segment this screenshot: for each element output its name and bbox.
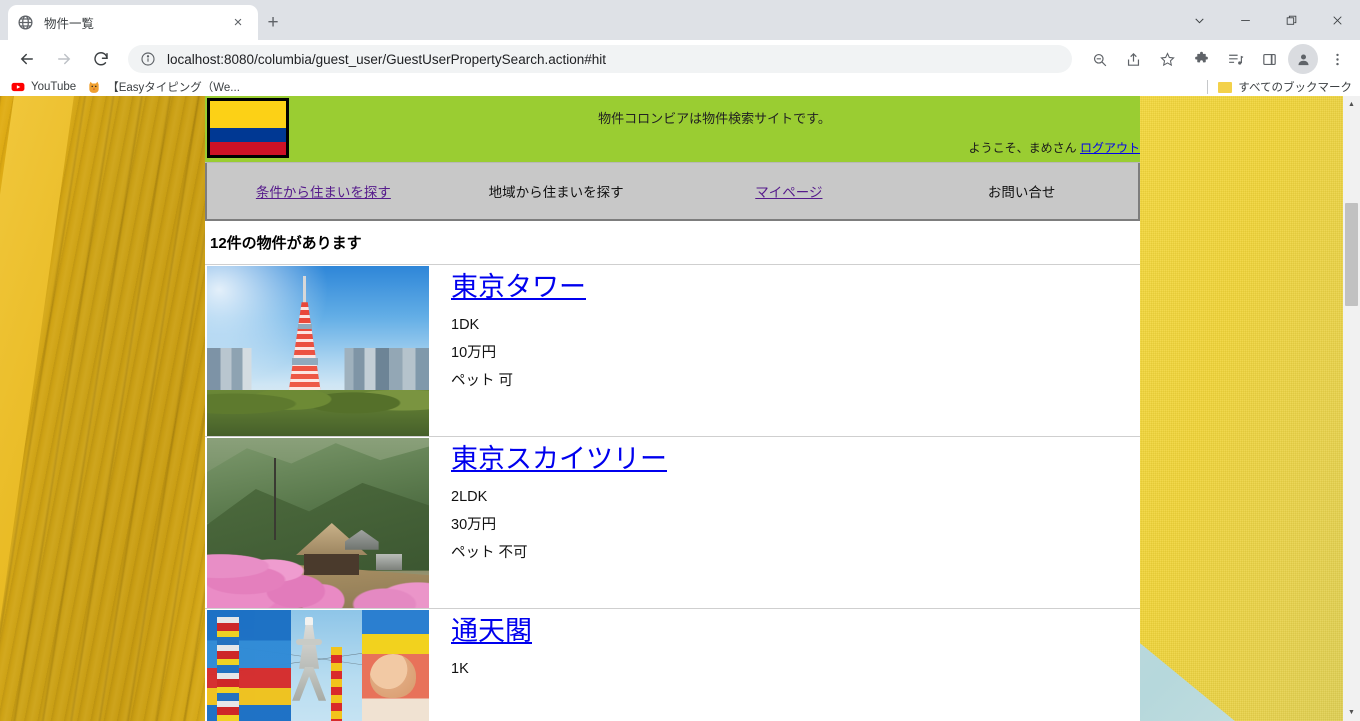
tab-title: 物件一覧 xyxy=(44,17,95,31)
property-image-tokyo-skytree[interactable] xyxy=(207,438,429,608)
bookmark-star-icon[interactable] xyxy=(1152,44,1182,74)
photo-banner-column xyxy=(331,647,343,721)
youtube-icon xyxy=(11,80,25,94)
back-icon[interactable] xyxy=(12,44,42,74)
listing-row[interactable]: 通天閣 1K xyxy=(205,609,1140,721)
chevron-down-icon[interactable] xyxy=(1176,0,1222,40)
photo-tower-antenna xyxy=(305,616,314,626)
listing-title-link[interactable]: 通天閣 xyxy=(451,615,532,649)
header-right: 物件コロンビアは物件検索サイトです。 ようこそ、まめさん ログアウト xyxy=(289,96,1140,162)
listing-title-link[interactable]: 東京スカイツリー xyxy=(451,443,667,477)
photo-billiken-statue xyxy=(369,654,416,699)
nav-item-contact[interactable]: お問い合せ xyxy=(905,181,1138,201)
address-bar[interactable]: localhost:8080/columbia/guest_user/Guest… xyxy=(128,45,1072,73)
result-count: 12件の物件があります xyxy=(205,221,1140,265)
scroll-down-arrow[interactable]: ▼ xyxy=(1343,704,1360,721)
photo-tower-upper-deck xyxy=(297,324,312,330)
extensions-puzzle-icon[interactable] xyxy=(1186,44,1216,74)
photo-tower-shaft xyxy=(299,624,320,669)
photo-trees xyxy=(207,390,429,436)
site-header: 物件コロンビアは物件検索サイトです。 ようこそ、まめさん ログアウト xyxy=(205,96,1140,163)
property-site: 物件コロンビアは物件検索サイトです。 ようこそ、まめさん ログアウト 条件から住… xyxy=(205,96,1140,721)
listing-row[interactable]: 東京タワー 1DK 10万円 ペット 可 xyxy=(205,265,1140,437)
bookmark-youtube[interactable]: YouTube xyxy=(11,80,76,94)
photo-tower-main-deck xyxy=(291,358,318,366)
nav-link-search-by-condition[interactable]: 条件から住まいを探す xyxy=(256,185,391,200)
page-scrollbar[interactable]: ▲ ▼ xyxy=(1343,96,1360,721)
listing-rent: 30万円 xyxy=(451,517,497,534)
browser-chrome: 物件一覧 × + localhost:8080/columbia/guest_u… xyxy=(0,0,1360,96)
scrollbar-thumb[interactable] xyxy=(1345,203,1358,306)
welcome-text: ようこそ、まめさん xyxy=(968,141,1077,155)
reading-list-icon[interactable] xyxy=(1220,44,1250,74)
listing-row[interactable]: 東京スカイツリー 2LDK 30万円 ペット 不可 xyxy=(205,437,1140,609)
cat-icon xyxy=(87,80,101,94)
flag-yellow-band xyxy=(210,101,286,128)
profile-avatar-icon[interactable] xyxy=(1288,44,1318,74)
photo-tsutenkaku-tower xyxy=(292,616,327,721)
bookmark-label: 【Easyタイピング（We... xyxy=(107,82,240,94)
listing-pet-policy: ペット 不可 xyxy=(451,545,528,562)
window-controls xyxy=(1176,0,1360,40)
share-icon[interactable] xyxy=(1118,44,1148,74)
wallpaper-left-panel xyxy=(0,96,215,721)
listing-rent: 10万円 xyxy=(451,345,497,362)
toolbar-icons xyxy=(1082,44,1360,74)
tab-strip: 物件一覧 × + xyxy=(0,0,1360,40)
flag-red-band xyxy=(210,141,286,155)
listing-info: 通天閣 1K xyxy=(429,609,1140,721)
property-image-tsutenkaku[interactable] xyxy=(207,610,429,721)
photo-tower-observation-ring xyxy=(296,638,323,645)
listing-layout: 2LDK xyxy=(451,488,488,505)
bookmark-easy-typing[interactable]: 【Easyタイピング（We... xyxy=(87,79,240,95)
all-bookmarks-group[interactable]: すべてのブックマーク xyxy=(1207,79,1352,95)
listing-pet-policy: ペット 可 xyxy=(451,373,514,390)
zoom-out-icon[interactable] xyxy=(1084,44,1114,74)
folder-icon xyxy=(1218,81,1233,93)
chrome-menu-icon[interactable] xyxy=(1322,44,1352,74)
logout-link[interactable]: ログアウト xyxy=(1080,141,1140,155)
all-bookmarks-label: すべてのブックマーク xyxy=(1238,82,1352,94)
welcome-bar: ようこそ、まめさん ログアウト xyxy=(969,139,1140,156)
flag-blue-band xyxy=(210,128,286,142)
property-image-tokyo-tower[interactable] xyxy=(207,266,429,436)
listing-info: 東京スカイツリー 2LDK 30万円 ペット 不可 xyxy=(429,437,1140,608)
reload-icon[interactable] xyxy=(86,44,116,74)
bookmark-label: YouTube xyxy=(31,81,77,93)
forward-icon[interactable] xyxy=(49,44,79,74)
nav-item-search-by-area[interactable]: 地域から住まいを探す xyxy=(440,181,673,201)
photo-left-signboards xyxy=(207,610,292,721)
browser-viewport: 物件コロンビアは物件検索サイトです。 ようこそ、まめさん ログアウト 条件から住… xyxy=(205,96,1140,721)
globe-icon xyxy=(17,14,34,31)
close-icon[interactable]: × xyxy=(227,12,249,34)
scroll-up-arrow[interactable]: ▲ xyxy=(1343,96,1360,113)
browser-tab[interactable]: 物件一覧 × xyxy=(8,5,258,40)
wallpaper-blue-accent xyxy=(1130,635,1247,721)
site-tagline: 物件コロンビアは物件検索サイトです。 xyxy=(598,111,831,126)
photo-tower-spire xyxy=(303,276,307,305)
listing-info: 東京タワー 1DK 10万円 ペット 可 xyxy=(429,265,1140,436)
restore-icon[interactable] xyxy=(1268,0,1314,40)
nav-link-mypage[interactable]: マイページ xyxy=(755,185,822,200)
new-tab-button[interactable]: + xyxy=(258,8,288,38)
colombia-flag-logo[interactable] xyxy=(207,98,289,158)
wallpaper-right-panel xyxy=(1130,96,1360,721)
bookmark-separator xyxy=(1207,80,1209,94)
info-icon[interactable] xyxy=(140,51,157,68)
listing-layout: 1K xyxy=(451,660,469,677)
browser-toolbar: localhost:8080/columbia/guest_user/Guest… xyxy=(0,40,1360,78)
listing-title-link[interactable]: 東京タワー xyxy=(451,271,586,305)
side-panel-icon[interactable] xyxy=(1254,44,1284,74)
photo-tower-base xyxy=(292,666,327,701)
nav-item-search-by-condition[interactable]: 条件から住まいを探す xyxy=(207,181,440,201)
listing-layout: 1DK xyxy=(451,316,480,333)
minimize-icon[interactable] xyxy=(1222,0,1268,40)
url-text: localhost:8080/columbia/guest_user/Guest… xyxy=(167,51,606,67)
photo-cherry-blossoms xyxy=(207,514,429,608)
nav-item-mypage[interactable]: マイページ xyxy=(673,181,906,201)
window-close-icon[interactable] xyxy=(1314,0,1360,40)
bookmarks-bar: YouTube 【Easyタイピング（We... すべてのブックマーク xyxy=(0,78,1360,96)
site-navigation: 条件から住まいを探す 地域から住まいを探す マイページ お問い合せ xyxy=(205,163,1140,221)
